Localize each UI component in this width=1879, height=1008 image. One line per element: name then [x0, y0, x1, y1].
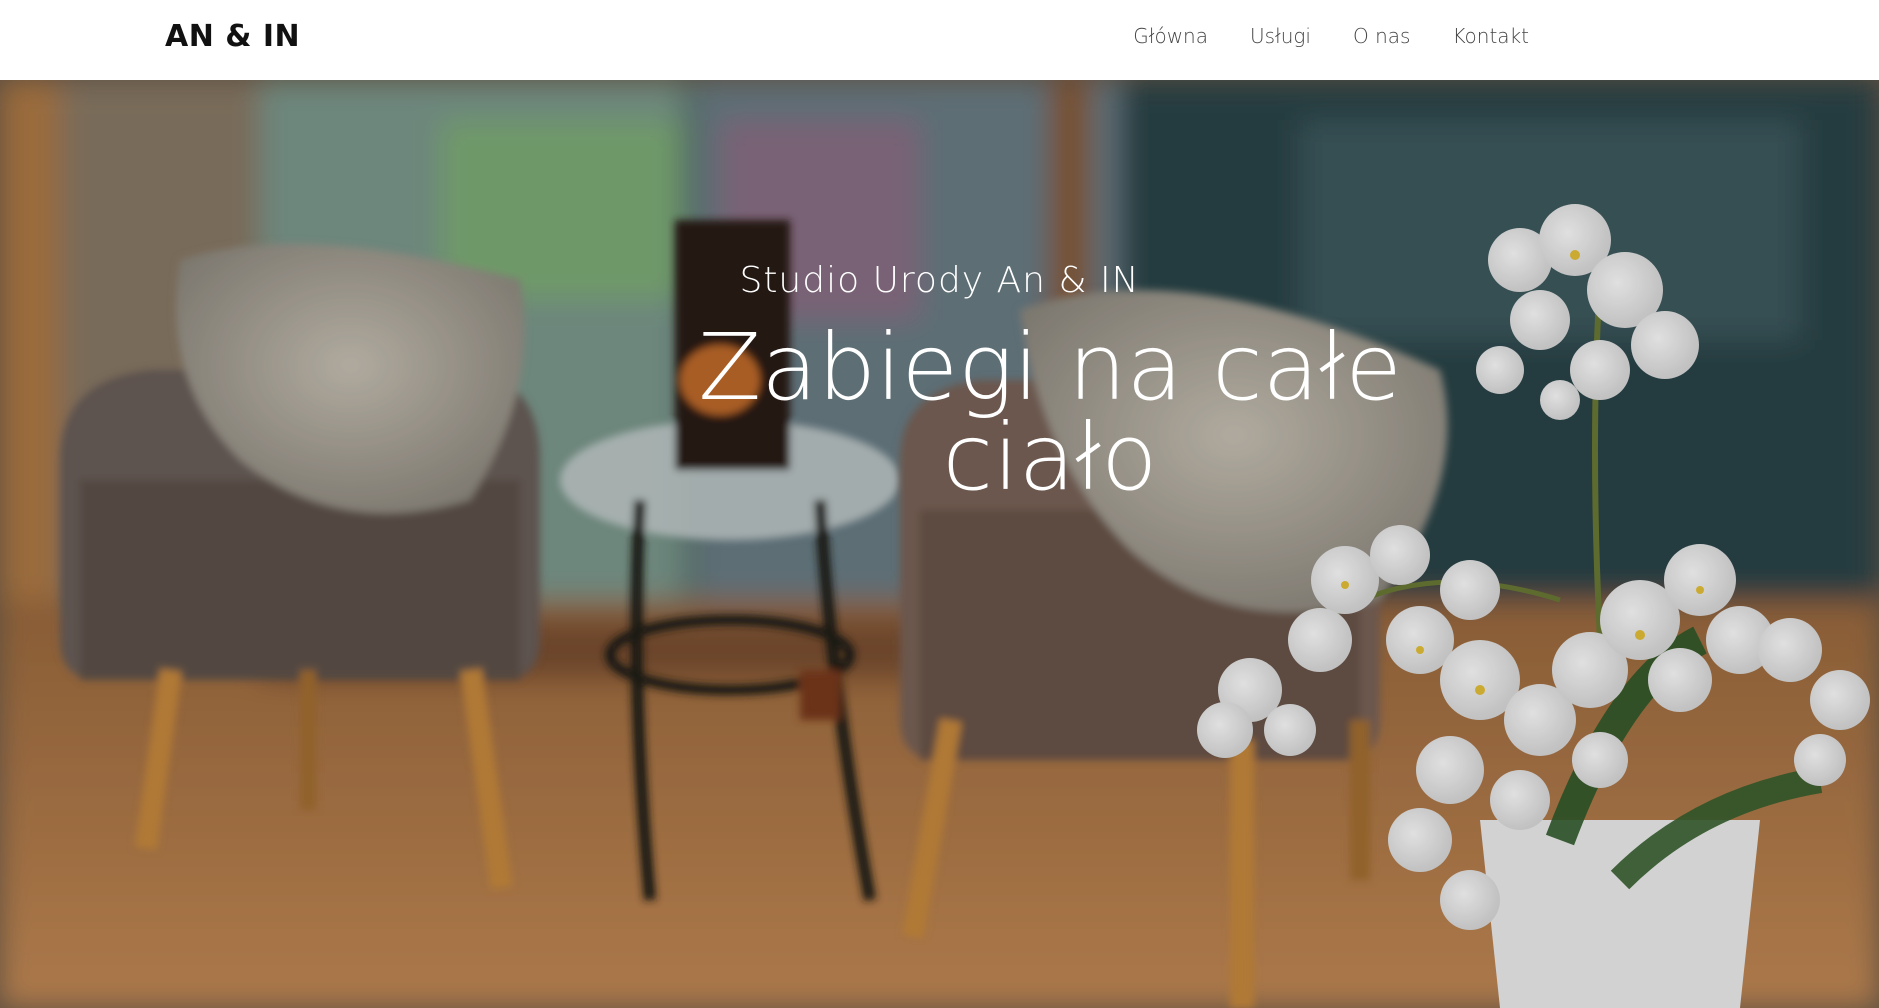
main-nav: Główna Usługi O nas Kontakt [1133, 24, 1529, 48]
nav-item-kontakt[interactable]: Kontakt [1452, 24, 1529, 48]
nav-item-glowna[interactable]: Główna [1133, 24, 1208, 48]
hero-title: Zabiegi na całe ciało [698, 314, 1402, 511]
brand-logo[interactable]: AN & IN [165, 22, 300, 52]
hero-subtitle: Studio Urody An & IN [739, 260, 1140, 301]
hero-section: Studio Urody An & IN Zabiegi na całe cia… [0, 80, 1879, 1008]
navbar: AN & IN Główna Usługi O nas Kontakt [0, 0, 1879, 80]
nav-item-uslugi[interactable]: Usługi [1250, 24, 1311, 48]
hero-overlay [0, 80, 1879, 1008]
nav-item-o-nas[interactable]: O nas [1353, 24, 1410, 48]
